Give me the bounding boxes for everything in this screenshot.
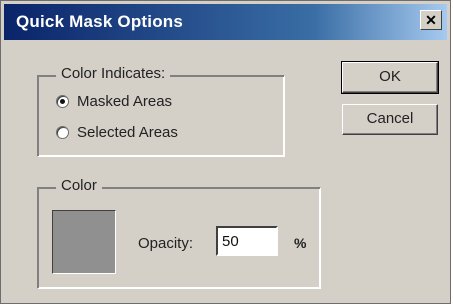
selected-areas-radio[interactable] — [56, 126, 69, 139]
selected-areas-option[interactable]: Selected Areas — [56, 124, 178, 141]
masked-areas-option[interactable]: Masked Areas — [56, 93, 172, 110]
ok-button[interactable]: OK — [341, 61, 439, 94]
window-title: Quick Mask Options — [16, 12, 184, 31]
color-legend: Color — [56, 177, 102, 194]
masked-areas-radio[interactable] — [56, 95, 69, 108]
close-icon: ✕ — [425, 12, 437, 28]
percent-label: % — [294, 235, 307, 251]
close-button[interactable]: ✕ — [420, 10, 442, 30]
selected-areas-label: Selected Areas — [77, 124, 178, 141]
opacity-input[interactable] — [216, 226, 278, 256]
color-indicates-group: Color Indicates: Masked Areas Selected A… — [37, 65, 285, 157]
cancel-button[interactable]: Cancel — [342, 104, 438, 135]
color-indicates-legend: Color Indicates: — [56, 65, 171, 82]
mask-color-swatch[interactable] — [52, 210, 116, 274]
title-bar[interactable]: Quick Mask Options ✕ — [4, 4, 447, 40]
color-group: Color Opacity: % — [37, 177, 321, 289]
quick-mask-options-dialog: Quick Mask Options ✕ Color Indicates: Ma… — [0, 0, 451, 304]
masked-areas-label: Masked Areas — [77, 93, 173, 110]
opacity-label: Opacity: — [138, 235, 194, 252]
